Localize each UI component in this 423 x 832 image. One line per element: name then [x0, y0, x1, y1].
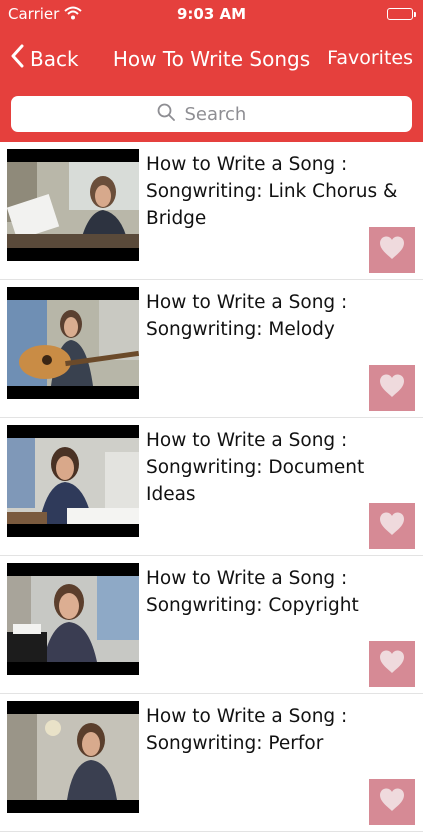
list-item[interactable]: How to Write a Song : Songwriting: Link … [0, 142, 423, 280]
heart-icon [378, 787, 406, 817]
video-title: How to Write a Song : Songwriting: Perfo… [146, 706, 348, 754]
search-icon [157, 103, 175, 126]
video-thumbnail[interactable] [7, 287, 139, 399]
video-title: How to Write a Song : Songwriting: Link … [146, 154, 398, 229]
video-title: How to Write a Song : Songwriting: Copyr… [146, 568, 359, 616]
video-thumbnail[interactable] [7, 425, 139, 537]
favorite-button[interactable] [369, 779, 415, 825]
search-field[interactable] [11, 96, 412, 132]
search-bar [0, 90, 423, 142]
video-thumbnail[interactable] [7, 149, 139, 261]
favorite-button[interactable] [369, 641, 415, 687]
navigation-bar: Back How To Write Songs Favorites [0, 28, 423, 90]
favorite-button[interactable] [369, 365, 415, 411]
video-list: How to Write a Song : Songwriting: Link … [0, 142, 423, 832]
heart-icon [378, 373, 406, 403]
status-bar: Carrier 9:03 AM [0, 0, 423, 28]
favorites-button[interactable]: Favorites [327, 47, 413, 69]
favorite-button[interactable] [369, 227, 415, 273]
list-item[interactable]: How to Write a Song : Songwriting: Perfo… [0, 694, 423, 832]
list-item[interactable]: How to Write a Song : Songwriting: Docum… [0, 418, 423, 556]
heart-icon [378, 235, 406, 265]
video-title: How to Write a Song : Songwriting: Melod… [146, 292, 348, 340]
heart-icon [378, 649, 406, 679]
list-item[interactable]: How to Write a Song : Songwriting: Melod… [0, 280, 423, 418]
video-title: How to Write a Song : Songwriting: Docum… [146, 430, 365, 505]
heart-icon [378, 511, 406, 541]
video-thumbnail[interactable] [7, 701, 139, 813]
favorite-button[interactable] [369, 503, 415, 549]
battery-icon [387, 8, 416, 20]
clock: 9:03 AM [176, 5, 247, 23]
video-thumbnail[interactable] [7, 563, 139, 675]
search-input[interactable] [182, 102, 267, 126]
list-item[interactable]: How to Write a Song : Songwriting: Copyr… [0, 556, 423, 694]
